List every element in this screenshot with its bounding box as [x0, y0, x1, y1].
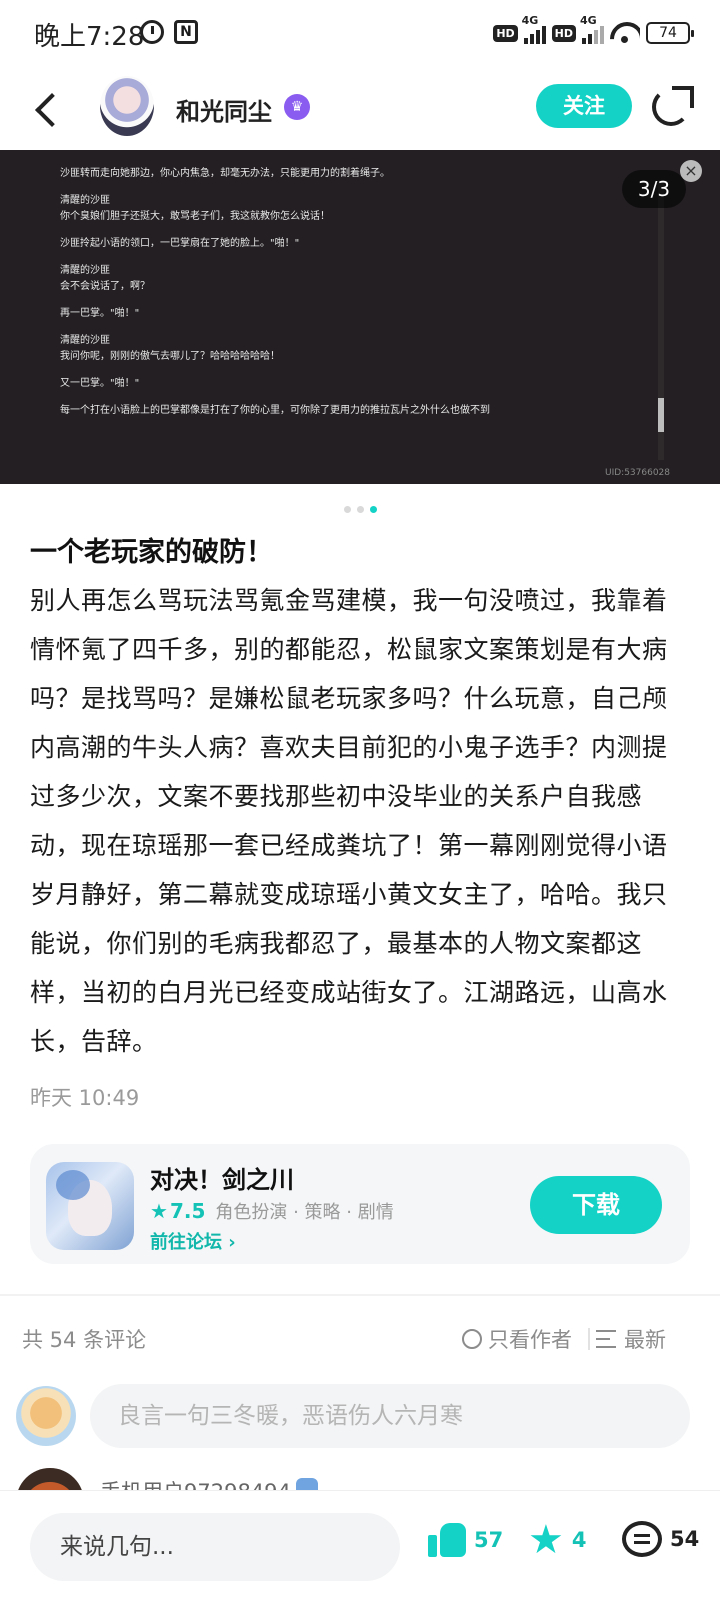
star-icon: ★ [150, 1199, 168, 1223]
post-timestamp: 昨天 10:49 [30, 1086, 140, 1110]
story-line: 又一巴掌。"啪！" [60, 378, 140, 389]
thumb-up-icon [428, 1521, 466, 1559]
bottom-action-bar: 来说几句... 57 ★ 4 54 [0, 1490, 720, 1600]
carousel-dot-active [370, 506, 377, 513]
share-icon[interactable] [652, 86, 694, 126]
favorite-button[interactable]: ★ 4 [528, 1517, 587, 1563]
game-tags: 角色扮演 · 策略 · 剧情 [215, 1202, 394, 1223]
battery-icon: 74 [646, 22, 694, 44]
like-button[interactable]: 57 [428, 1521, 503, 1559]
radio-icon [462, 1329, 482, 1349]
image-scrollbar-thumb [658, 398, 664, 432]
game-card[interactable]: 对决！剑之川 ★ 7.5 角色扮演 · 策略 · 剧情 前往论坛 › 下载 [30, 1144, 690, 1264]
story-line: 清醒的沙匪 我问你呢，刚刚的傲气去哪儿了？哈哈哈哈哈哈！ [60, 335, 280, 362]
favorite-count: 4 [571, 1528, 587, 1552]
author-avatar[interactable] [100, 76, 154, 136]
story-screenshot-text: 沙匪转而走向她那边，你心内焦急，却毫无办法，只能更用力的割着绳子。 清醒的沙匪 … [60, 166, 620, 430]
trophy-badge-icon: ♛ [284, 94, 310, 120]
my-avatar [16, 1386, 76, 1446]
star-icon: ★ [528, 1517, 564, 1563]
alarm-icon [140, 20, 164, 44]
game-meta: ★ 7.5 角色扮演 · 策略 · 剧情 [150, 1198, 394, 1224]
hd-icon: HD [551, 24, 576, 42]
author-name[interactable]: 和光同尘 [176, 92, 272, 127]
only-author-label: 只看作者 [488, 1328, 572, 1352]
sort-toggle[interactable]: 最新 [596, 1324, 666, 1354]
forum-link[interactable]: 前往论坛 › [150, 1228, 236, 1254]
comment-input[interactable]: 良言一句三冬暖，恶语伤人六月寒 [90, 1384, 690, 1448]
carousel-dot [344, 506, 351, 513]
nfc-icon: N [174, 20, 198, 44]
story-line: 沙匪拎起小语的领口，一巴掌扇在了她的脸上。"啪！" [60, 238, 300, 249]
carousel-indicator [344, 506, 377, 513]
post-header: 和光同尘 ♛ 关注 [0, 70, 720, 150]
comment-total: 54 [670, 1527, 700, 1551]
divider [588, 1328, 590, 1350]
status-bar: 晚上7:28 N HD 4G HD 4G 74 [0, 0, 720, 68]
story-line: 再一巴掌。"啪！" [60, 308, 140, 319]
game-rating: 7.5 [169, 1199, 206, 1223]
post-body: 别人再怎么骂玩法骂氪金骂建模，我一句没喷过，我靠着情怀氪了四千多，别的都能忍，松… [30, 586, 668, 1056]
signal-icon: 4G [522, 14, 546, 44]
game-icon[interactable] [46, 1162, 134, 1250]
story-line: 沙匪转而走向她那边，你心内焦急，却毫无办法，只能更用力的割着绳子。 [60, 168, 390, 179]
hd-icon: HD [493, 24, 518, 42]
game-name: 对决！剑之川 [150, 1166, 294, 1194]
story-line: 清醒的沙匪 你个臭娘们胆子还挺大，敢骂老子们，我这就教你怎么说话！ [60, 195, 330, 222]
image-carousel[interactable]: 沙匪转而走向她那边，你心内焦急，却毫无办法，只能更用力的割着绳子。 清醒的沙匪 … [0, 150, 720, 484]
sort-icon [596, 1330, 616, 1348]
divider [0, 1294, 720, 1296]
post-title: 一个老玩家的破防！ [30, 537, 273, 568]
carousel-dot [357, 506, 364, 513]
say-something-input[interactable]: 来说几句... [30, 1513, 400, 1581]
follow-button[interactable]: 关注 [536, 84, 632, 128]
comment-count: 共 54 条评论 [22, 1328, 147, 1352]
story-line: 每一个打在小语脸上的巴掌都像是打在了你的心里，可你除了更用力的推拉瓦片之外什么也… [60, 405, 490, 416]
download-button[interactable]: 下载 [530, 1176, 662, 1234]
comment-bubble-icon [622, 1521, 662, 1557]
status-time: 晚上7:28 [34, 22, 145, 52]
image-uid: UID:53766028 [604, 468, 670, 478]
only-author-toggle[interactable]: 只看作者 [462, 1324, 572, 1354]
wifi-icon [610, 22, 640, 44]
like-count: 57 [474, 1528, 504, 1552]
comment-button[interactable]: 54 [622, 1521, 699, 1557]
image-counter: 3/3 [622, 170, 686, 208]
story-line: 清醒的沙匪 会不会说话了，啊？ [60, 265, 150, 292]
status-indicators: HD 4G HD 4G 74 [493, 14, 694, 48]
sort-label: 最新 [624, 1328, 666, 1352]
chevron-right-icon: › [228, 1232, 236, 1253]
signal-icon: 4G [580, 14, 604, 44]
back-icon[interactable] [30, 86, 70, 132]
